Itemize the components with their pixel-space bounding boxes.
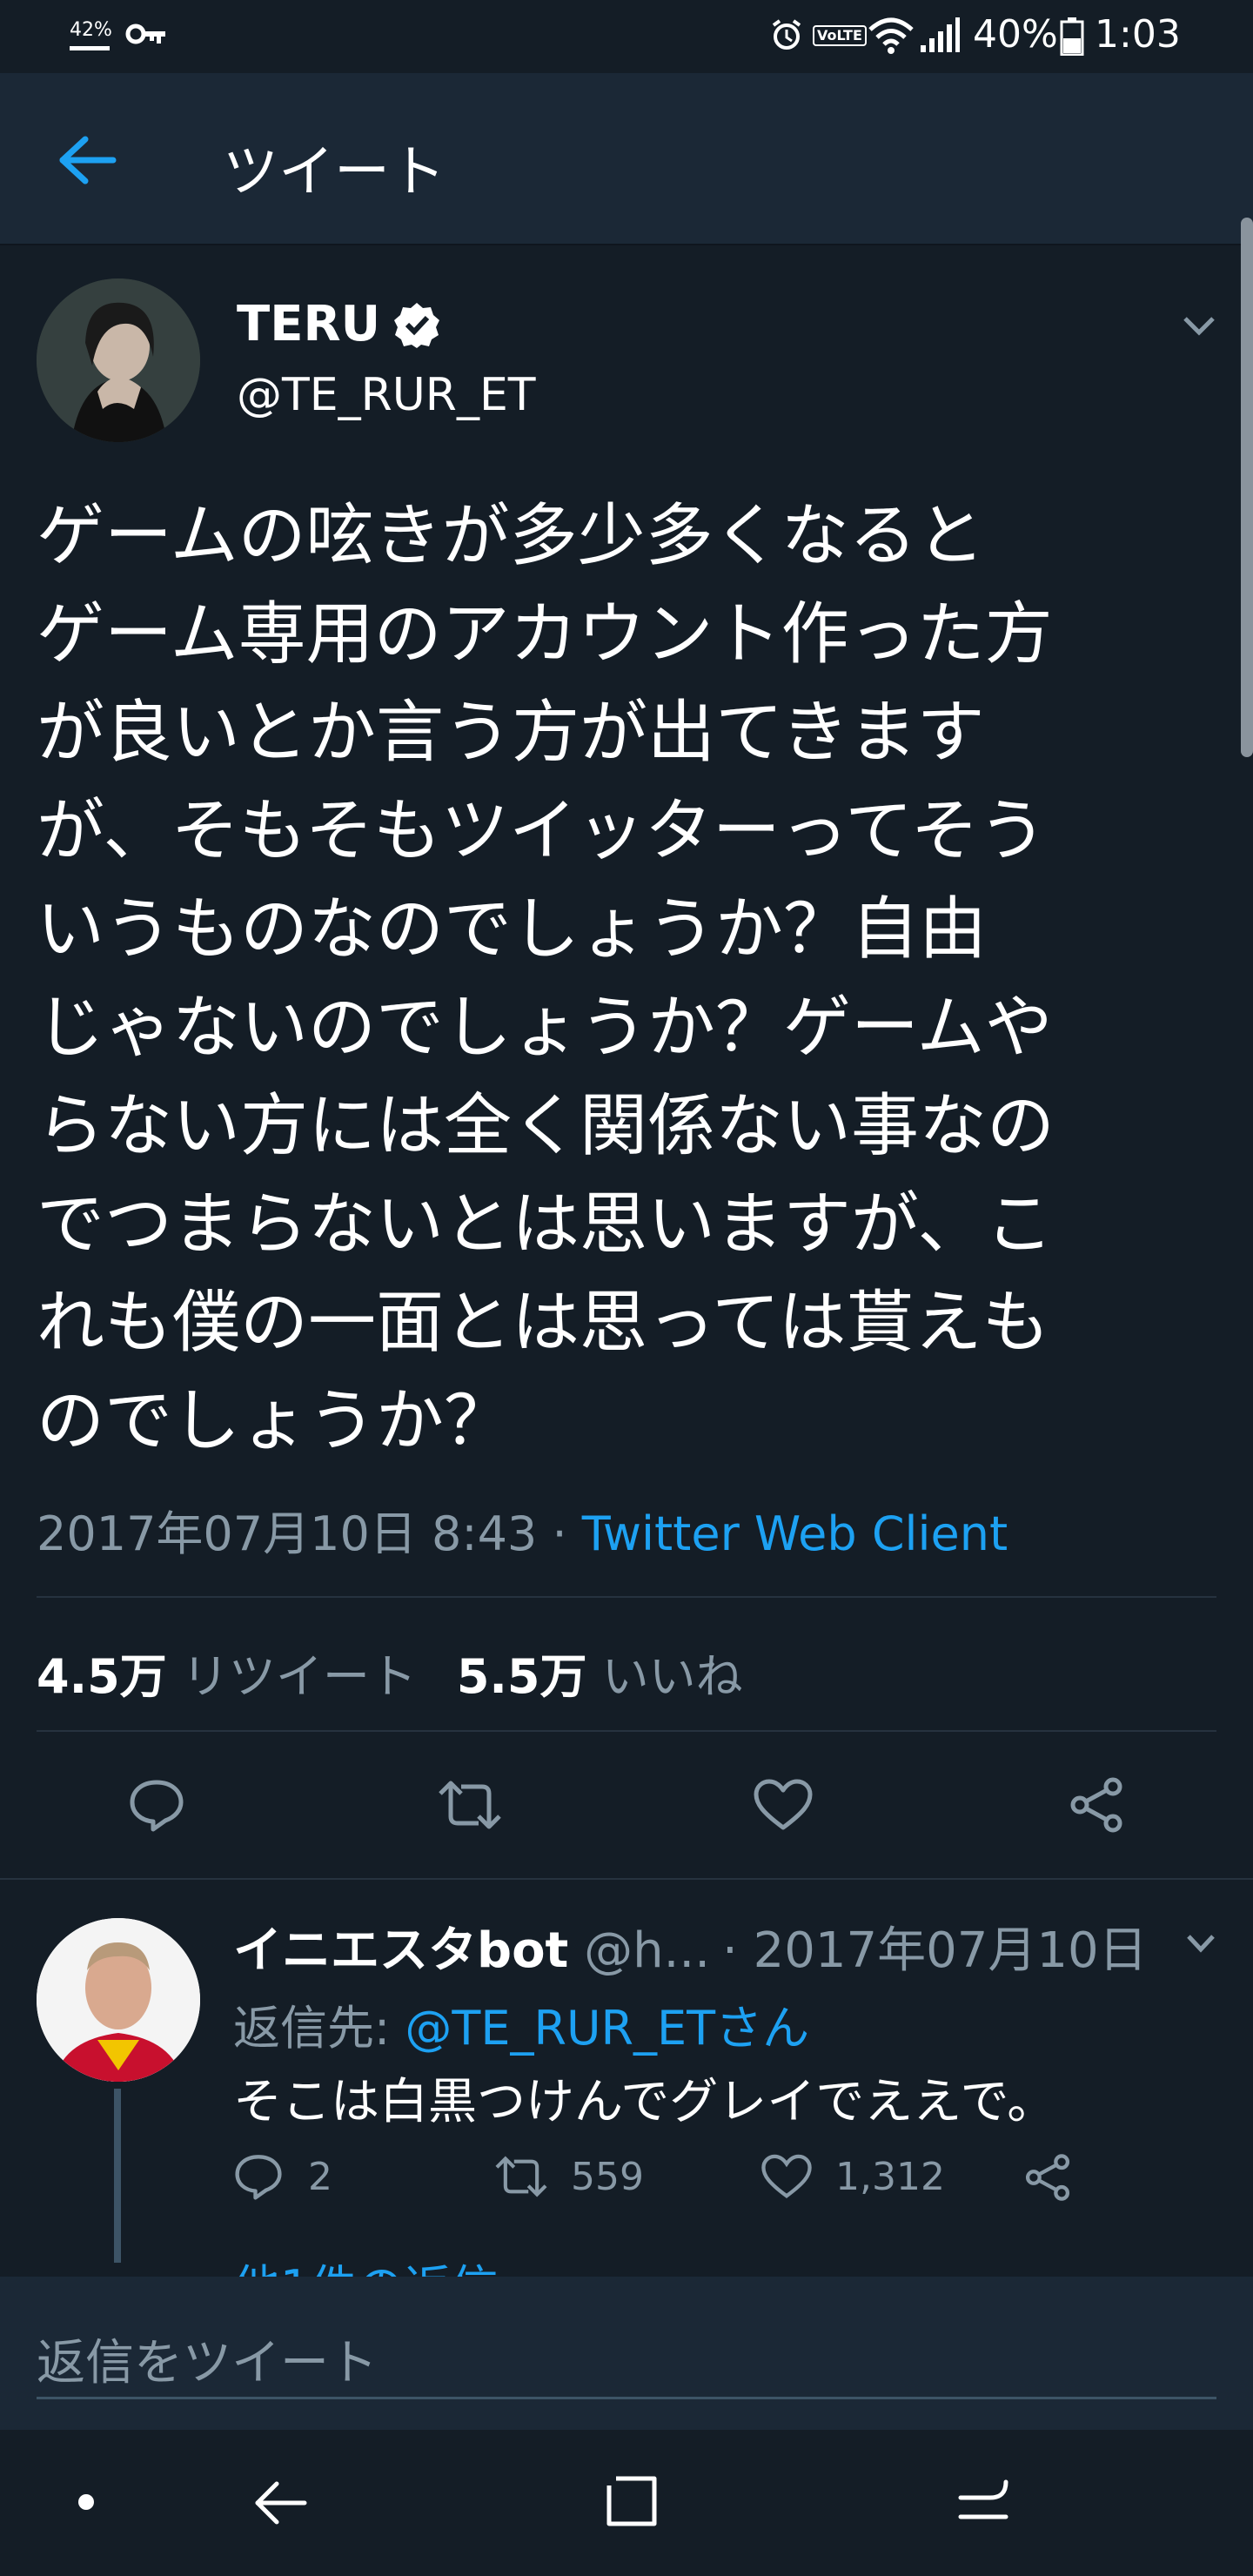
reply-reply-count: 2	[308, 2154, 332, 2199]
like-stat[interactable]: 5.5万 いいね	[457, 1649, 743, 1704]
nav-recents-button[interactable]	[604, 2473, 660, 2529]
retweet-stat[interactable]: 4.5万 リツイート	[37, 1649, 417, 1704]
divider	[37, 1596, 1216, 1598]
like-button[interactable]	[740, 1770, 827, 1840]
reply-icon	[235, 2155, 282, 2200]
retweet-button[interactable]	[426, 1770, 513, 1840]
reply-compose-bar: 返信をツイート	[0, 2277, 1253, 2430]
reply-like-count: 1,312	[835, 2154, 945, 2199]
nav-switch-icon	[958, 2479, 1008, 2519]
tweet-text-line: のでしょうか？	[37, 1382, 513, 1460]
key-icon	[125, 21, 167, 47]
status-bar: 42% VoLTE 40% 1:03	[0, 0, 1253, 73]
tweet-text-line: らない方には全く関係ない事なの	[37, 1087, 1055, 1165]
section-divider	[0, 1878, 1253, 1880]
nav-back-button[interactable]	[252, 2475, 310, 2531]
signal-icon	[919, 17, 961, 54]
retweet-icon	[495, 2156, 547, 2197]
app-header: ツイート	[0, 73, 1253, 245]
tweet-date: 2017年07月10日 8:43 ·	[37, 1506, 582, 1561]
tweet-text-line: が良いとか言う方が出てきます	[37, 694, 985, 772]
more-replies-link-clip[interactable]: 他1件の返信	[233, 2245, 498, 2277]
back-arrow-icon	[59, 136, 117, 184]
share-icon	[1025, 2154, 1070, 2201]
more-replies-link: 他1件の返信	[233, 2249, 498, 2277]
reply-like-button[interactable]: 1,312	[761, 2153, 945, 2200]
reply-thread-line	[114, 2089, 121, 2263]
tweet-text-line: でつまらないとは思いますが、こ	[37, 1185, 1054, 1264]
reply-text: そこは白黒つけんでグレイでええで。	[233, 2074, 1056, 2130]
alarm-icon	[769, 17, 804, 52]
like-count: 5.5万	[456, 1649, 587, 1704]
tweet-menu-chevron-icon[interactable]	[1182, 313, 1216, 338]
reply-author-handle: @h...	[584, 1922, 711, 1979]
share-button[interactable]	[1053, 1770, 1140, 1840]
reply-author-name: イニエスタbot	[233, 1922, 569, 1979]
reply-to-prefix: 返信先:	[233, 2001, 405, 2056]
reply-reply-button[interactable]: 2	[233, 2153, 332, 2200]
heart-icon	[761, 2154, 812, 2198]
author-name: TERU	[237, 296, 381, 352]
author-avatar[interactable]	[37, 278, 200, 442]
clock-time: 1:03	[1095, 12, 1181, 57]
reply-header[interactable]: イニエスタbot @h...	[233, 1911, 710, 1982]
share-icon	[1070, 1777, 1122, 1833]
nav-dot-icon[interactable]	[78, 2494, 94, 2510]
nav-switch-button[interactable]	[955, 2473, 1011, 2529]
wifi-icon	[867, 16, 915, 54]
like-label: いいね	[601, 1649, 743, 1704]
tweet-text-line: ゲームの呟きが多少多くなると	[37, 497, 985, 575]
retweet-label: リツイート	[181, 1649, 417, 1704]
retweet-count: 4.5万	[37, 1649, 167, 1704]
reply-menu-chevron-icon[interactable]	[1185, 1932, 1216, 1955]
heart-icon	[754, 1779, 813, 1830]
reply-compose-input[interactable]: 返信をツイート	[37, 2324, 1216, 2399]
back-button[interactable]	[56, 134, 125, 186]
battery-small-indicator: 42%	[70, 19, 112, 50]
reply-to-handle-link[interactable]: @TE_RUR_ETさん	[405, 2001, 809, 2056]
reply-avatar[interactable]	[37, 1918, 200, 2082]
verified-badge-icon	[392, 300, 441, 349]
volte-icon: VoLTE	[813, 25, 867, 46]
avatar-photo	[37, 1918, 200, 2082]
retweet-icon	[439, 1781, 501, 1829]
system-nav-bar	[0, 2430, 1253, 2576]
divider	[37, 1730, 1216, 1732]
nav-recents-icon	[606, 2476, 657, 2526]
reply-to-line: 返信先: @TE_RUR_ETさん	[233, 1989, 809, 2058]
tweet-text-line: じゃないのでしょうか？ゲームや	[37, 989, 1053, 1067]
reply-date: · 2017年07月10日	[722, 1922, 1148, 1979]
nav-back-icon	[255, 2481, 307, 2525]
battery-icon	[1060, 17, 1084, 56]
scrollbar[interactable]	[1241, 218, 1253, 757]
author-name-row[interactable]: TERU	[237, 296, 441, 352]
tweet-text: ゲームの呟きが多少多くなると ゲーム専用のアカウント作った方 が良いとか言う方が…	[37, 487, 1203, 1471]
avatar-photo	[37, 278, 200, 442]
battery-percent: 40%	[973, 12, 1058, 57]
reply-icon	[130, 1780, 184, 1832]
author-handle[interactable]: @TE_RUR_ET	[237, 369, 536, 421]
reply-retweet-count: 559	[571, 2154, 644, 2199]
reply-share-button[interactable]	[1023, 2153, 1072, 2202]
tweet-text-line: れも僕の一面とは思っては貰えも	[37, 1284, 1050, 1362]
tweet-client-link[interactable]: Twitter Web Client	[582, 1506, 1008, 1561]
tweet-text-line: が、そもそもツイッターってそう	[37, 792, 1047, 870]
reply-compose-placeholder: 返信をツイート	[37, 2335, 378, 2392]
reply-button[interactable]	[113, 1770, 200, 1840]
page-title: ツイート	[223, 140, 446, 205]
tweet-text-line: ゲーム専用のアカウント作った方	[37, 595, 1053, 674]
reply-retweet-button[interactable]: 559	[492, 2153, 644, 2200]
tweet-stats: 4.5万 リツイート 5.5万 いいね	[37, 1638, 743, 1707]
battery-small-label: 42%	[70, 19, 112, 41]
tweet-meta: 2017年07月10日 8:43 · Twitter Web Client	[37, 1495, 1008, 1564]
tweet-text-line: いうものなのでしょうか？自由	[37, 890, 988, 969]
